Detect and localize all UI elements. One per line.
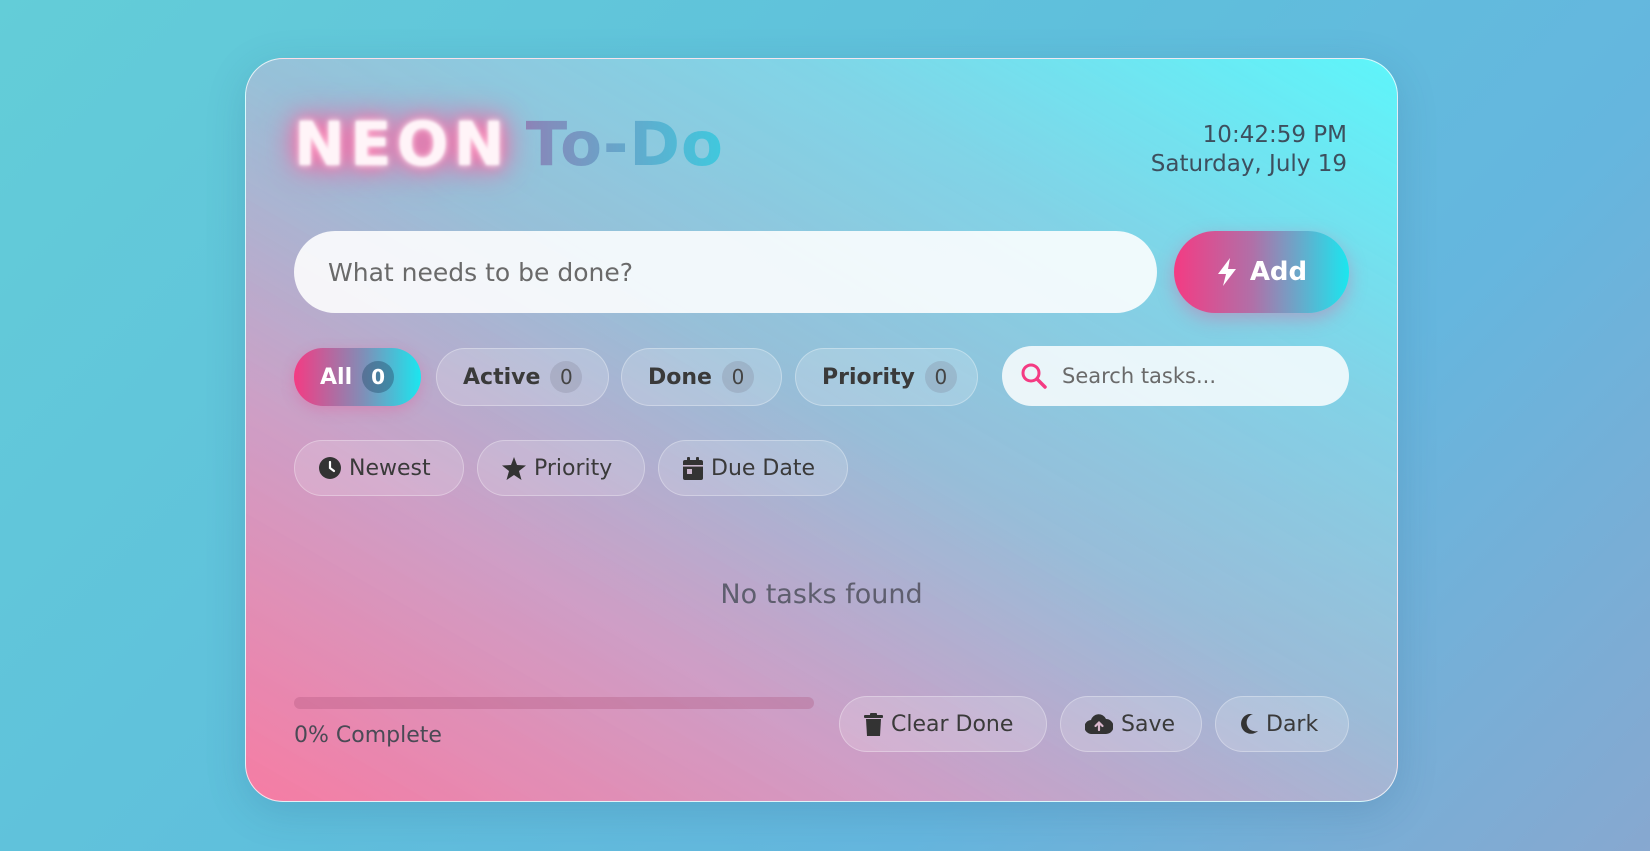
progress-bar (294, 697, 814, 709)
filter-count: 0 (924, 361, 957, 393)
progress-label: 0% Complete (294, 723, 442, 748)
sort-due-date[interactable]: Due Date (658, 440, 848, 496)
sort-priority[interactable]: Priority (477, 440, 645, 496)
cloud-upload-icon (1085, 714, 1113, 734)
trash-icon (864, 712, 883, 736)
title-todo: To-Do (525, 109, 724, 180)
new-task-input[interactable] (294, 231, 1157, 313)
clear-done-button[interactable]: Clear Done (839, 696, 1047, 752)
search-icon (1020, 362, 1048, 390)
sort-newest[interactable]: Newest (294, 440, 464, 496)
sort-label: Newest (349, 455, 431, 481)
filter-label: Active (463, 364, 541, 390)
filter-active[interactable]: Active 0 (436, 348, 609, 406)
moon-icon (1240, 714, 1258, 734)
search-input[interactable] (1060, 363, 1324, 389)
filter-priority[interactable]: Priority 0 (795, 348, 978, 406)
star-icon (502, 456, 526, 480)
clock-icon (319, 457, 341, 479)
filter-count: 0 (721, 361, 754, 393)
todo-card: NEON To-Do 10:42:59 PM Saturday, July 19 … (245, 58, 1398, 802)
filter-label: Done (648, 364, 712, 390)
filter-label: All (320, 364, 353, 390)
app-title: NEON To-Do (294, 109, 724, 180)
calendar-icon (683, 456, 703, 480)
clock-time: 10:42:59 PM (1202, 122, 1347, 148)
clear-done-label: Clear Done (891, 711, 1014, 737)
save-label: Save (1121, 711, 1176, 737)
search-field (1002, 346, 1349, 406)
dark-mode-label: Dark (1266, 711, 1319, 737)
add-button[interactable]: Add (1174, 231, 1349, 313)
title-neon: NEON (294, 109, 510, 180)
filter-label: Priority (822, 364, 915, 390)
clock-date: Saturday, July 19 (1150, 151, 1347, 177)
filter-all[interactable]: All 0 (294, 348, 421, 406)
bolt-icon (1216, 258, 1238, 286)
add-button-label: Add (1249, 257, 1308, 287)
new-task-field (294, 231, 1157, 313)
dark-mode-button[interactable]: Dark (1215, 696, 1349, 752)
empty-message: No tasks found (720, 579, 923, 610)
sort-label: Priority (534, 455, 613, 481)
save-button[interactable]: Save (1060, 696, 1202, 752)
clock: 10:42:59 PM Saturday, July 19 (1151, 121, 1347, 179)
sort-label: Due Date (711, 455, 815, 481)
filter-done[interactable]: Done 0 (621, 348, 782, 406)
filter-count: 0 (550, 361, 583, 393)
filter-count: 0 (362, 361, 395, 393)
